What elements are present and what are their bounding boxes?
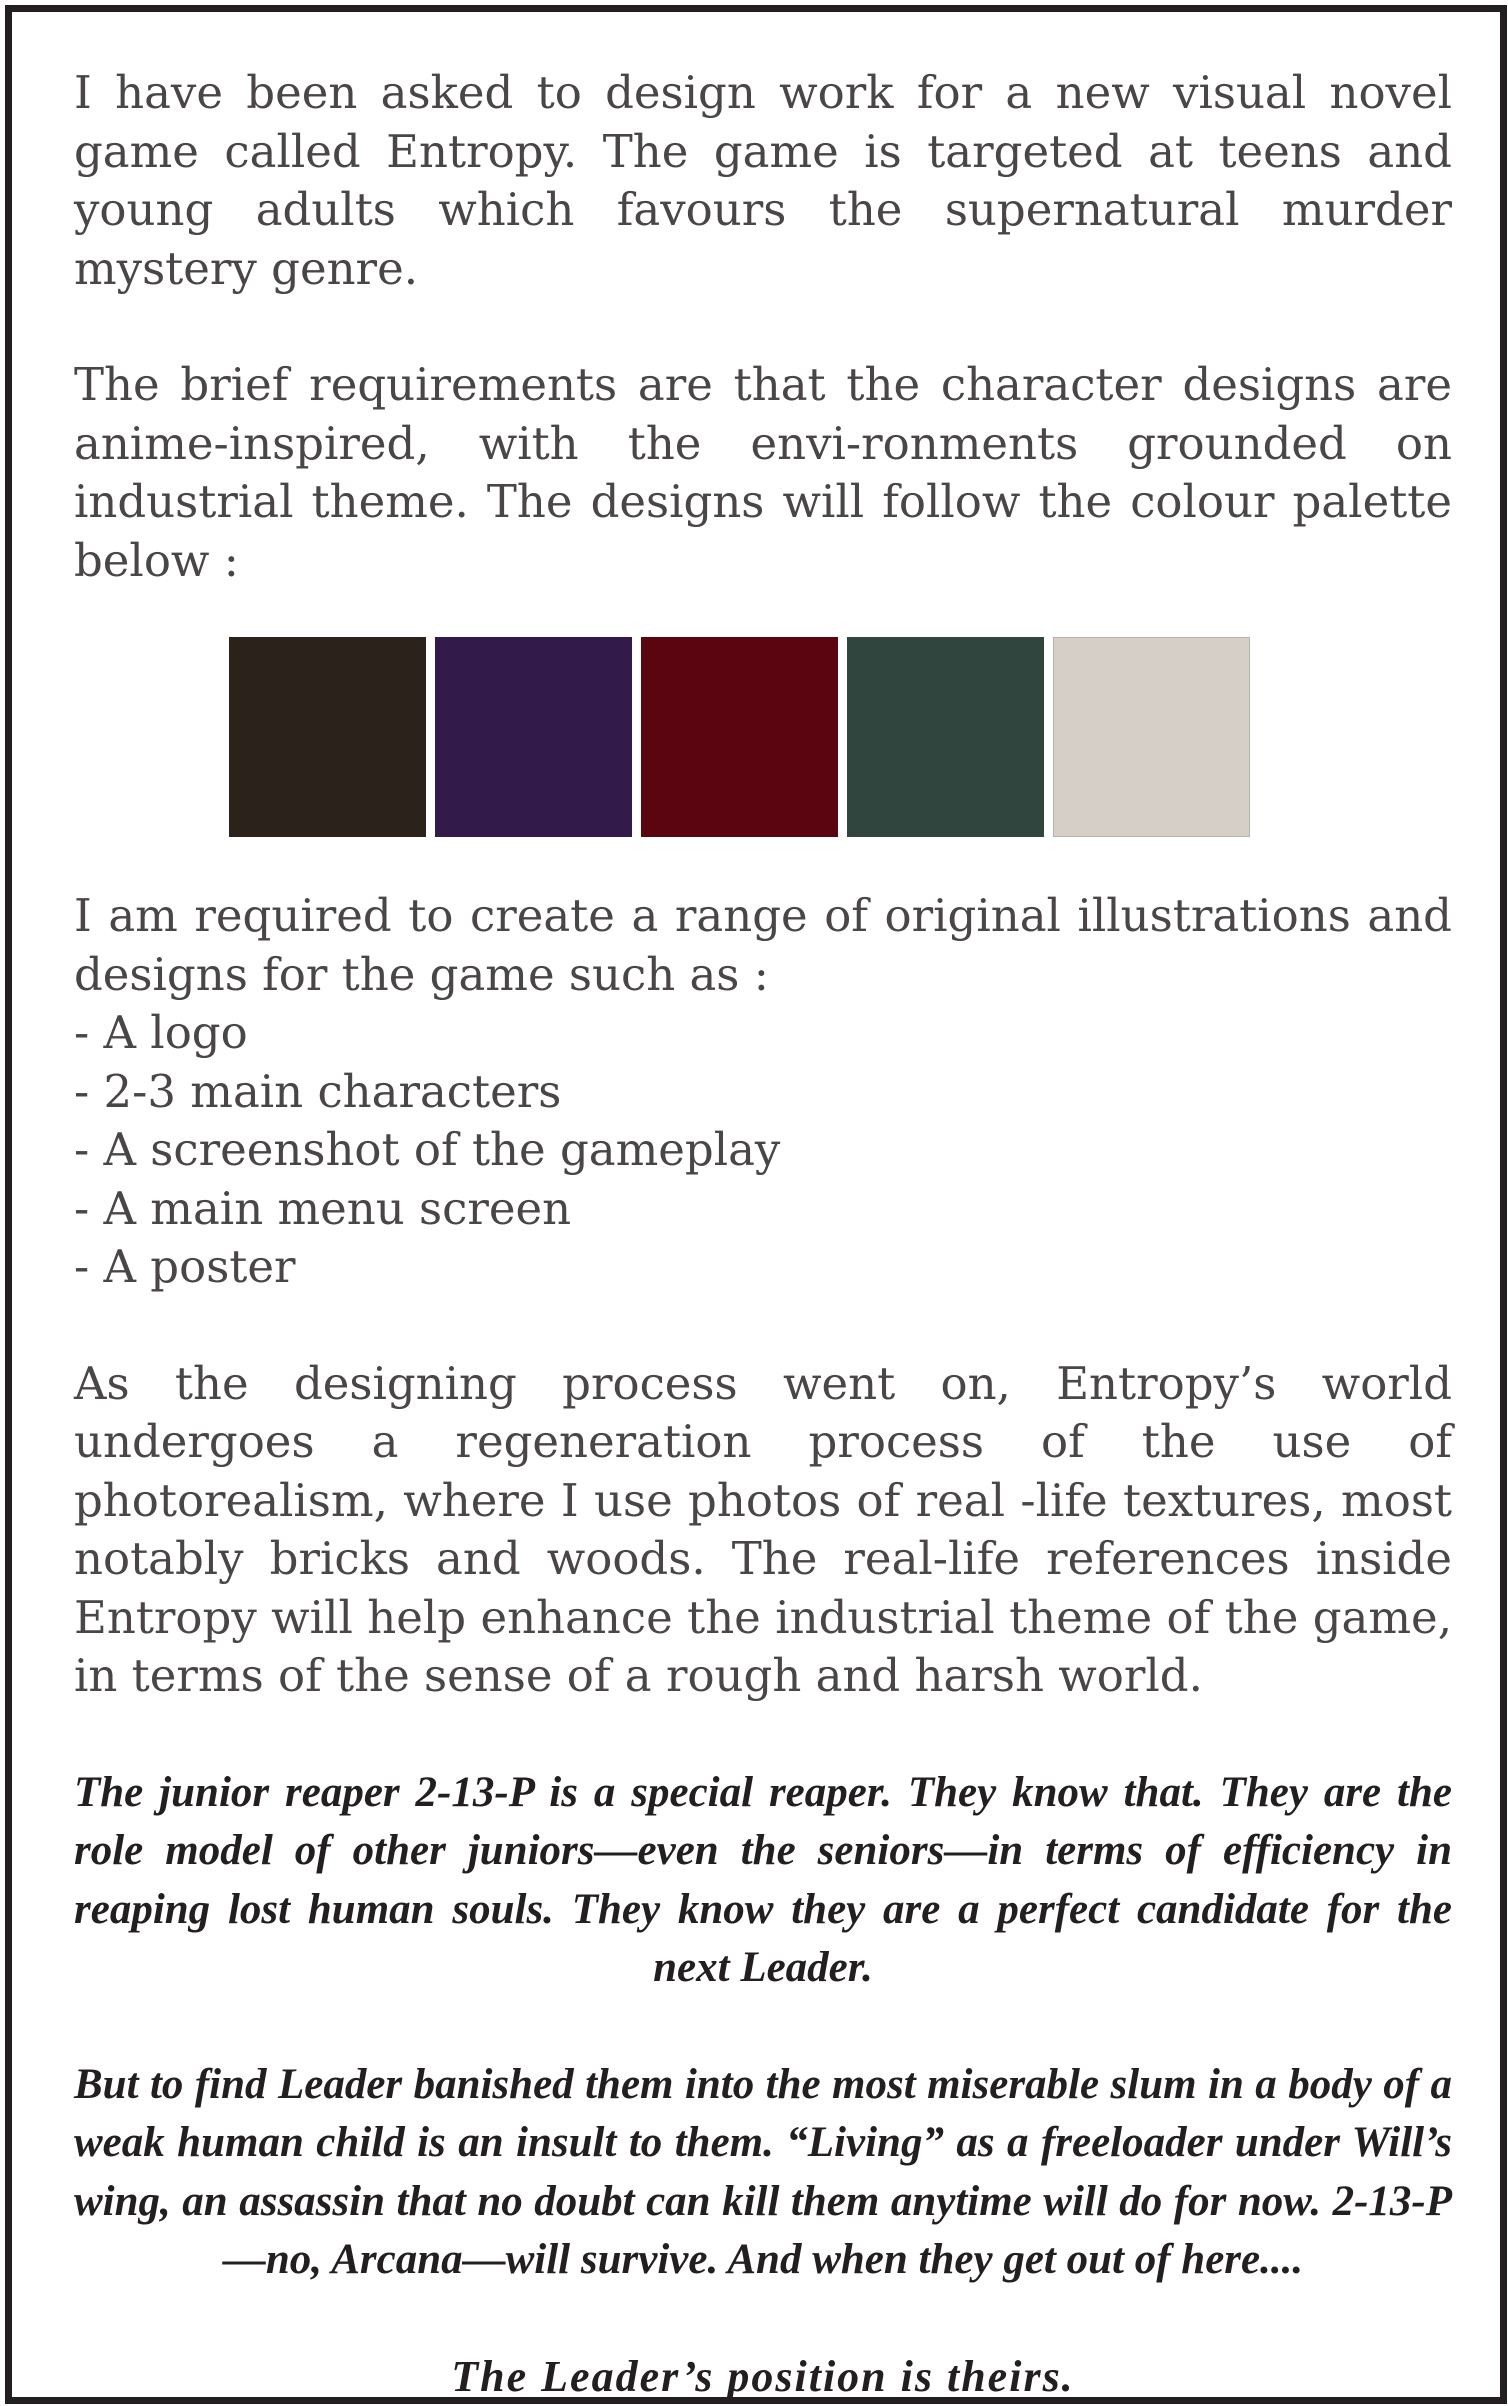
requirements-list: - A logo - 2-3 main characters - A scree…	[74, 1004, 1452, 1297]
intro-paragraph-1: I have been asked to design work for a n…	[74, 64, 1452, 298]
intro-paragraph-2: The brief requirements are that the char…	[74, 356, 1452, 590]
palette-swatch-dark-green	[847, 637, 1044, 837]
process-paragraph: As the designing process went on, Entrop…	[74, 1355, 1452, 1706]
list-item: - A main menu screen	[74, 1180, 1452, 1239]
palette-swatch-purple	[435, 637, 632, 837]
story-paragraph-2: But to find Leader banished them into th…	[74, 2056, 1452, 2290]
palette-swatch-maroon	[641, 637, 838, 837]
palette-swatch-dark-brown	[229, 637, 426, 837]
requirements-heading: I am required to create a range of origi…	[74, 887, 1452, 1004]
colour-palette	[229, 637, 1452, 837]
page-border: I have been asked to design work for a n…	[5, 5, 1507, 2404]
list-item: - A screenshot of the gameplay	[74, 1121, 1452, 1180]
story-paragraph-1: The junior reaper 2-13-P is a special re…	[74, 1764, 1452, 1998]
document-body: I have been asked to design work for a n…	[74, 64, 1452, 2406]
list-item: - A poster	[74, 1238, 1452, 1297]
list-item: - 2-3 main characters	[74, 1063, 1452, 1122]
list-item: - A logo	[74, 1004, 1452, 1063]
palette-swatch-beige	[1053, 637, 1250, 837]
story-closing-line: The Leader’s position is theirs.	[74, 2348, 1452, 2406]
